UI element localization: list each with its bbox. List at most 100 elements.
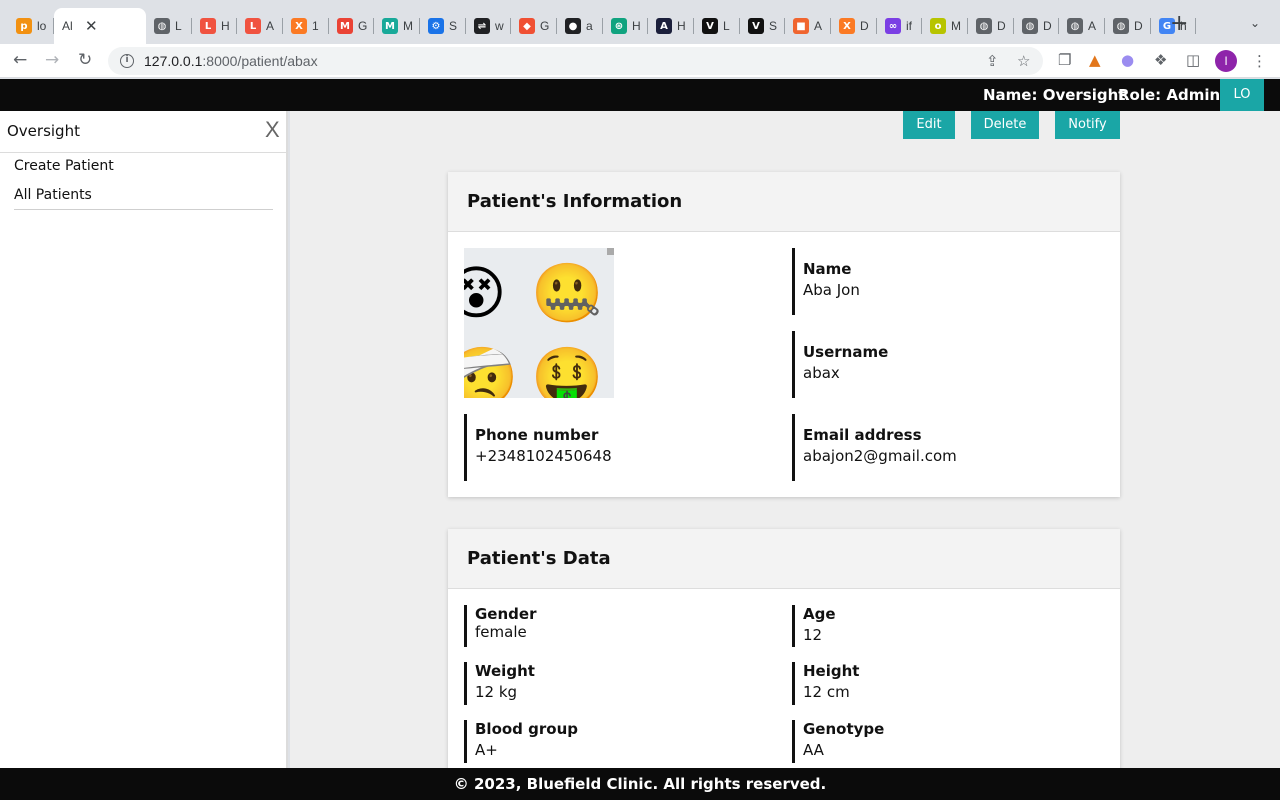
browser-tab-title: 1 — [312, 19, 319, 33]
patient-avatar: 😵 🤐 🤕 🤑 — [464, 248, 614, 398]
browser-tab[interactable]: ◍ D — [1014, 8, 1059, 44]
dizzy-face-emoji: 😵 — [464, 259, 507, 327]
url-host: 127.0.0.1 — [144, 53, 203, 69]
field-phone: Phone number +2348102450648 — [464, 414, 612, 481]
weight-label: Weight — [475, 662, 535, 680]
blood-group-label: Blood group — [475, 720, 579, 738]
gender-label: Gender — [475, 605, 537, 623]
extension-copy-icon[interactable]: ❐ — [1058, 52, 1071, 68]
browser-tab[interactable]: ⇌ w — [466, 8, 511, 44]
browser-tab[interactable]: VL — [694, 8, 740, 44]
patient-data-title: Patient's Data — [448, 529, 1120, 589]
browser-tab-title: A — [1088, 19, 1097, 33]
extension-ghost-icon[interactable]: ● — [1121, 52, 1134, 68]
reload-icon[interactable]: ↻ — [78, 50, 92, 70]
phone-label: Phone number — [475, 426, 599, 444]
header-user-role: Role: Admin — [1118, 86, 1221, 104]
notify-button[interactable]: Notify — [1055, 111, 1120, 139]
browser-tab[interactable]: X1 — [283, 8, 329, 44]
browser-tab[interactable]: ∞ if — [877, 8, 922, 44]
app-header: Name: Oversight Role: Admin LO — [0, 79, 1280, 111]
url-text[interactable]: 127.0.0.1:8000/patient/abax — [144, 53, 318, 69]
close-tab-icon[interactable]: ✕ — [85, 17, 98, 35]
xampp-favicon-icon: X — [291, 18, 307, 34]
name-label: Name — [803, 260, 852, 278]
field-weight: Weight 12 kg — [464, 662, 535, 705]
browser-tab-title: A — [814, 19, 823, 33]
browser-tab[interactable]: MG — [329, 8, 374, 44]
profile-avatar[interactable]: I — [1215, 50, 1237, 72]
browser-tab[interactable]: ◍ D — [1105, 8, 1151, 44]
browser-tab[interactable]: ◍ L — [146, 8, 192, 44]
patient-info-card: Patient's Information 😵 🤐 🤕 🤑 Name Aba J… — [448, 172, 1120, 497]
field-name: Name Aba Jon — [792, 248, 860, 315]
height-value: 12 cm — [803, 683, 850, 701]
site-info-icon[interactable]: i — [120, 54, 134, 68]
logout-button[interactable]: LO — [1220, 79, 1264, 111]
sidebar-item-divider — [14, 209, 273, 210]
genotype-value: AA — [803, 741, 824, 759]
browser-tab-title: if — [906, 19, 912, 33]
browser-tab-title: A — [266, 19, 275, 33]
browser-tab[interactable]: ⊛ H — [603, 8, 648, 44]
metamask-fox-icon[interactable]: ▲ — [1089, 52, 1101, 68]
laravel-favicon-icon: L — [200, 18, 216, 34]
git-favicon-icon: ◆ — [519, 18, 535, 34]
a-favicon-icon: A — [656, 18, 672, 34]
browser-tab-title: lo — [37, 19, 47, 33]
browser-tab[interactable]: ◍ D — [968, 8, 1014, 44]
browser-tab[interactable]: ■ A — [785, 8, 831, 44]
browser-tab[interactable]: LH — [192, 8, 237, 44]
xampp-favicon-icon: X — [839, 18, 855, 34]
sidebar-item-create-patient[interactable]: Create Patient — [14, 158, 114, 174]
o-favicon-icon: o — [930, 18, 946, 34]
net-favicon-icon: ⇌ — [474, 18, 490, 34]
browser-tab[interactable]: LA — [237, 8, 283, 44]
browser-tab[interactable]: XD — [831, 8, 877, 44]
browser-tab-title: G — [540, 19, 550, 33]
browser-tab[interactable]: VS — [740, 8, 785, 44]
sidebar-divider — [0, 152, 288, 153]
address-bar[interactable]: i 127.0.0.1:8000/patient/abax ⇪ ☆ — [108, 47, 1043, 75]
new-tab-icon[interactable]: + — [1170, 13, 1188, 35]
field-blood-group: Blood group A+ — [464, 720, 578, 763]
browser-tab-title: M — [951, 19, 961, 33]
browser-tab[interactable]: ● a — [557, 8, 603, 44]
back-arrow-icon[interactable]: ← — [13, 50, 27, 70]
browser-tab[interactable]: p lo — [8, 8, 54, 44]
browser-tab[interactable]: ◆ G — [511, 8, 557, 44]
forward-arrow-icon[interactable]: → — [45, 50, 59, 70]
browser-tab-title: H — [221, 19, 230, 33]
browser-tab[interactable]: oM — [922, 8, 968, 44]
browser-tab-title: S — [449, 19, 458, 33]
side-panel-icon[interactable]: ◫ — [1186, 52, 1200, 68]
browser-tab[interactable]: ⚙ S — [420, 8, 466, 44]
email-value: abajon2@gmail.com — [803, 447, 957, 465]
browser-tab-title: D — [1043, 19, 1052, 33]
main-content: Edit Delete Notify Patient's Information… — [290, 111, 1280, 768]
inf-favicon-icon: ∞ — [885, 18, 901, 34]
genotype-label: Genotype — [803, 720, 885, 738]
field-username: Username abax — [792, 331, 888, 398]
browser-tab[interactable]: ◍ A — [1059, 8, 1105, 44]
field-email: Email address abajon2@gmail.com — [792, 414, 957, 481]
zipper-mouth-emoji: 🤐 — [531, 259, 604, 327]
bandage-face-emoji: 🤕 — [464, 343, 519, 398]
share-icon[interactable]: ⇪ — [986, 52, 999, 70]
browser-tab[interactable]: Al ✕ — [54, 8, 146, 44]
blood-group-value: A+ — [475, 741, 498, 759]
browser-menu-icon[interactable]: ⋮ — [1252, 52, 1267, 70]
browser-tab[interactable]: MM — [374, 8, 420, 44]
delete-button[interactable]: Delete — [971, 111, 1039, 139]
browser-tab-title: H — [677, 19, 686, 33]
extensions-puzzle-icon[interactable]: ❖ — [1154, 52, 1167, 68]
browser-tab-title: L — [175, 19, 182, 33]
sidebar-item-all-patients[interactable]: All Patients — [14, 187, 92, 203]
browser-tab[interactable]: AH — [648, 8, 694, 44]
gmail-favicon-icon: M — [337, 18, 353, 34]
browser-tab-title: L — [723, 19, 730, 33]
bookmark-star-icon[interactable]: ☆ — [1017, 52, 1030, 70]
tab-search-chevron-icon[interactable]: ⌄ — [1250, 16, 1260, 30]
edit-button[interactable]: Edit — [903, 111, 955, 139]
sidebar-close-button[interactable]: X — [265, 117, 280, 143]
